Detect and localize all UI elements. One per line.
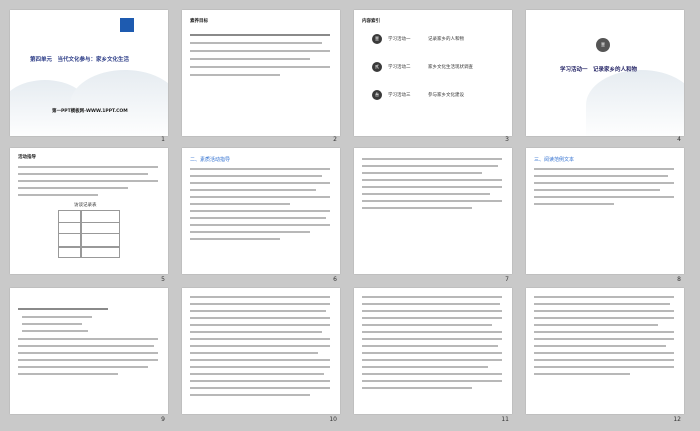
slide-number: 1 bbox=[161, 136, 165, 143]
slide-number: 9 bbox=[161, 416, 165, 423]
corner-block bbox=[120, 18, 134, 32]
badge-2: 贰 bbox=[372, 62, 382, 72]
table-title: 访谈记录表 bbox=[74, 203, 97, 208]
slide-number: 4 bbox=[677, 136, 681, 143]
slide-number: 6 bbox=[333, 276, 337, 283]
slide-5-heading: 活动指导 bbox=[18, 155, 36, 160]
slide-thumbnail-7[interactable] bbox=[354, 148, 512, 274]
slide-8-heading: 三、阅读范例文本 bbox=[534, 157, 575, 163]
slide-thumbnail-11[interactable] bbox=[354, 288, 512, 414]
slide-thumbnail-2[interactable]: 素养目标 bbox=[182, 10, 340, 136]
slide-1-subtitle: 第一PPT模板网-WWW.1PPT.COM bbox=[52, 109, 128, 114]
slide-grid: 第四单元 当代文化参与：家乡文化生活 第一PPT模板网-WWW.1PPT.COM… bbox=[0, 0, 700, 431]
slide-4-title: 学习活动一 记录家乡的人和物 bbox=[560, 67, 638, 73]
badge-3: 叁 bbox=[372, 90, 382, 100]
slide-number: 11 bbox=[501, 416, 509, 423]
interview-table bbox=[58, 210, 120, 258]
slide-thumbnail-1[interactable]: 第四单元 当代文化参与：家乡文化生活 第一PPT模板网-WWW.1PPT.COM bbox=[10, 10, 168, 136]
slide-thumbnail-3[interactable]: 内容索引 壹 学习活动一 记录家乡的人和物 贰 学习活动二 家乡文化生活现状调查… bbox=[354, 10, 512, 136]
badge: 壹 bbox=[596, 38, 610, 52]
slide-number: 8 bbox=[677, 276, 681, 283]
slide-6-heading: 二、素质活动指导 bbox=[190, 157, 231, 163]
slide-3-heading: 内容索引 bbox=[362, 19, 380, 24]
slide-thumbnail-5[interactable]: 活动指导 访谈记录表 bbox=[10, 148, 168, 274]
slide-number: 10 bbox=[329, 416, 337, 423]
slide-1-title: 第四单元 当代文化参与：家乡文化生活 bbox=[30, 57, 130, 63]
slide-thumbnail-10[interactable] bbox=[182, 288, 340, 414]
slide-number: 12 bbox=[673, 416, 681, 423]
slide-2-heading: 素养目标 bbox=[190, 19, 208, 24]
badge-1: 壹 bbox=[372, 34, 382, 44]
slide-number: 3 bbox=[505, 136, 509, 143]
slide-thumbnail-6[interactable]: 二、素质活动指导 bbox=[182, 148, 340, 274]
slide-number: 7 bbox=[505, 276, 509, 283]
slide-number: 5 bbox=[161, 276, 165, 283]
slide-thumbnail-9[interactable] bbox=[10, 288, 168, 414]
slide-thumbnail-8[interactable]: 三、阅读范例文本 bbox=[526, 148, 684, 274]
slide-thumbnail-12[interactable] bbox=[526, 288, 684, 414]
slide-number: 2 bbox=[333, 136, 337, 143]
slide-thumbnail-4[interactable]: 壹 学习活动一 记录家乡的人和物 bbox=[526, 10, 684, 136]
